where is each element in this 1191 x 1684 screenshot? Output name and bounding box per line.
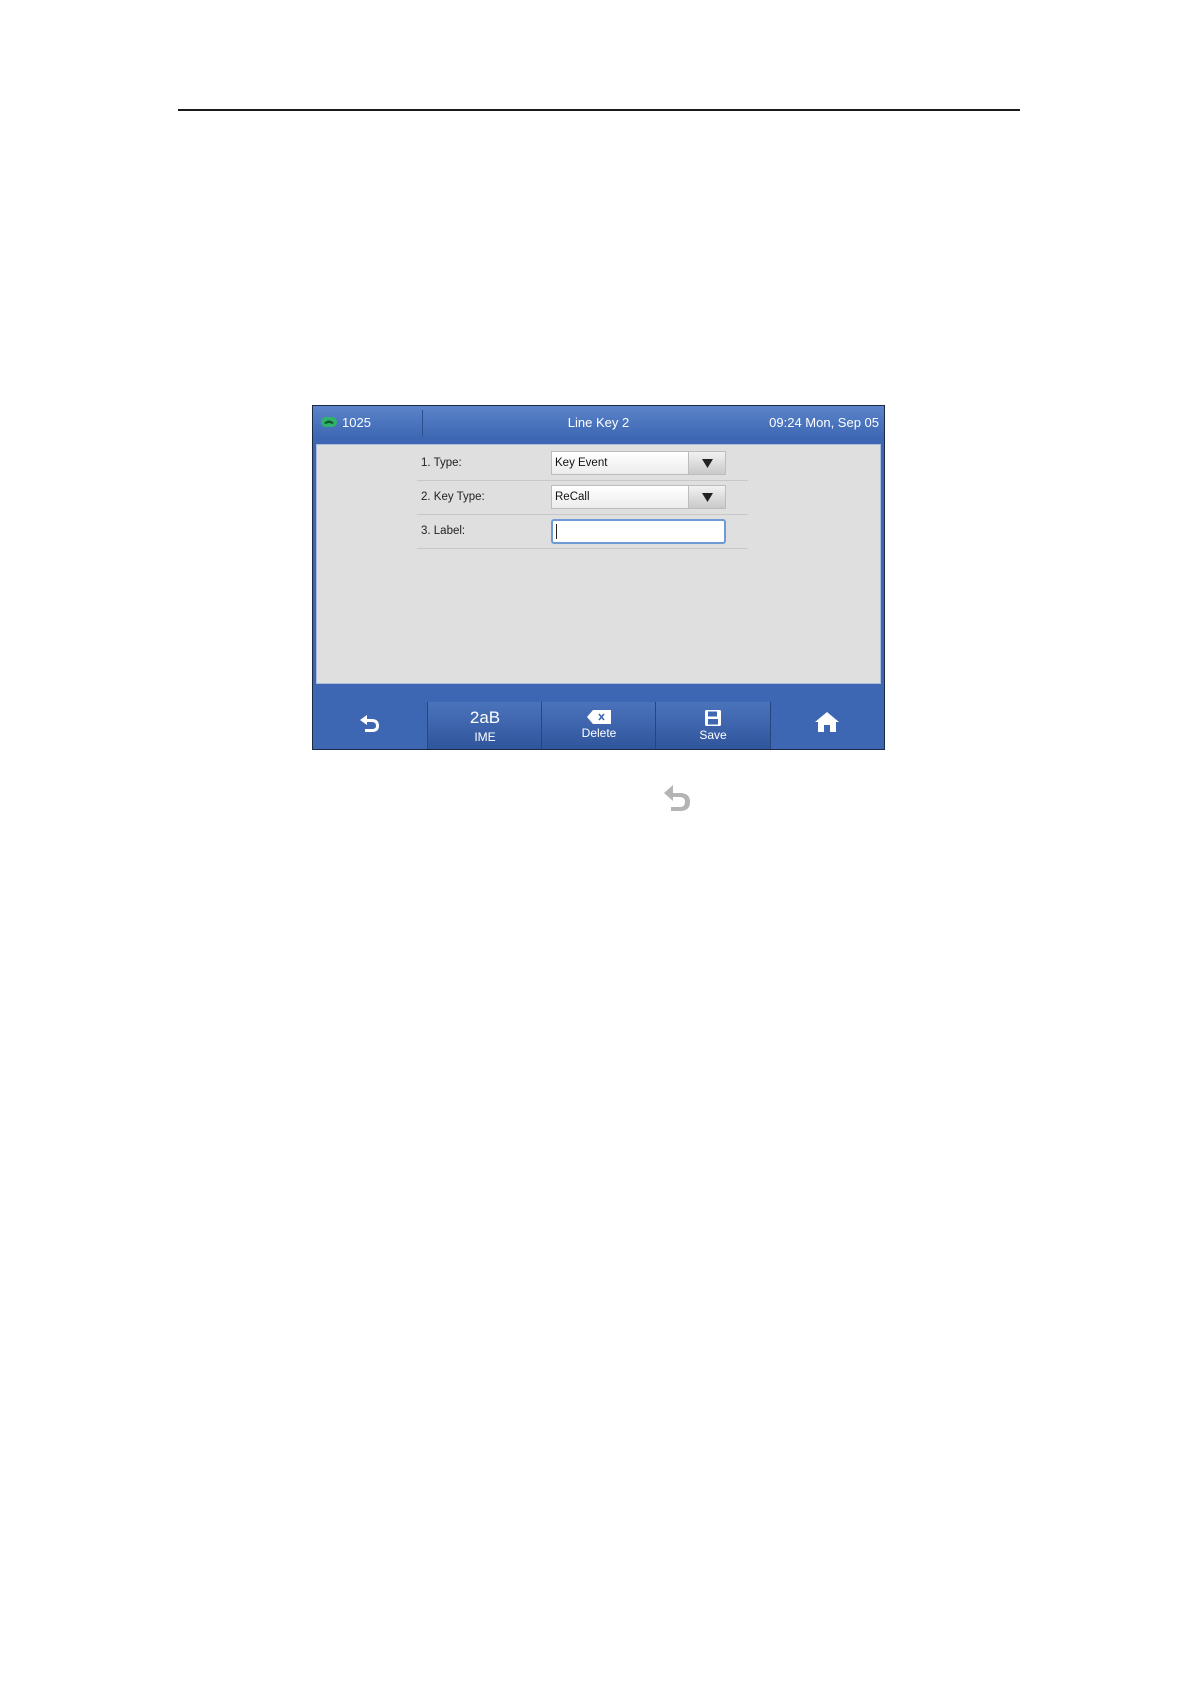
back-arrow-icon (663, 783, 693, 817)
type-dropdown[interactable]: Key Event (551, 451, 726, 475)
backspace-icon (587, 710, 611, 724)
header-rule (178, 109, 1020, 111)
delete-button[interactable]: Delete (541, 702, 657, 749)
save-label: Save (699, 728, 727, 742)
row-label: 3. Label: (417, 515, 748, 549)
label-input[interactable] (551, 519, 726, 544)
clock-display: 09:24 Mon, Sep 05 (769, 415, 879, 430)
row-key-type: 2. Key Type: ReCall (417, 481, 748, 515)
triangle-down-icon[interactable] (688, 452, 725, 474)
ime-label: IME (474, 730, 496, 744)
back-arrow-icon (360, 715, 379, 732)
save-button[interactable]: Save (655, 702, 771, 749)
key-type-label: 2. Key Type: (421, 491, 485, 503)
home-button[interactable] (769, 696, 884, 749)
settings-panel: 1. Type: Key Event 2. Key Type: ReCall 3… (316, 444, 881, 684)
key-type-value: ReCall (555, 491, 590, 503)
text-caret (556, 524, 557, 539)
ime-button[interactable]: 2aB IME (427, 702, 543, 749)
delete-label: Delete (581, 726, 617, 740)
row-type: 1. Type: Key Event (417, 447, 748, 481)
triangle-down-icon[interactable] (688, 486, 725, 508)
phone-screen: 1025 Line Key 2 09:24 Mon, Sep 05 1. Typ… (312, 405, 885, 750)
home-icon (814, 712, 839, 732)
floppy-disk-icon (705, 710, 721, 726)
type-label: 1. Type: (421, 457, 462, 469)
label-field-label: 3. Label: (421, 525, 466, 537)
ime-mode: 2aB (469, 708, 501, 727)
softkey-bar: 2aB IME Delete Save (313, 696, 884, 749)
type-value: Key Event (555, 457, 608, 469)
key-type-dropdown[interactable]: ReCall (551, 485, 726, 509)
status-bar: 1025 Line Key 2 09:24 Mon, Sep 05 (313, 406, 884, 439)
back-button[interactable] (313, 696, 427, 749)
